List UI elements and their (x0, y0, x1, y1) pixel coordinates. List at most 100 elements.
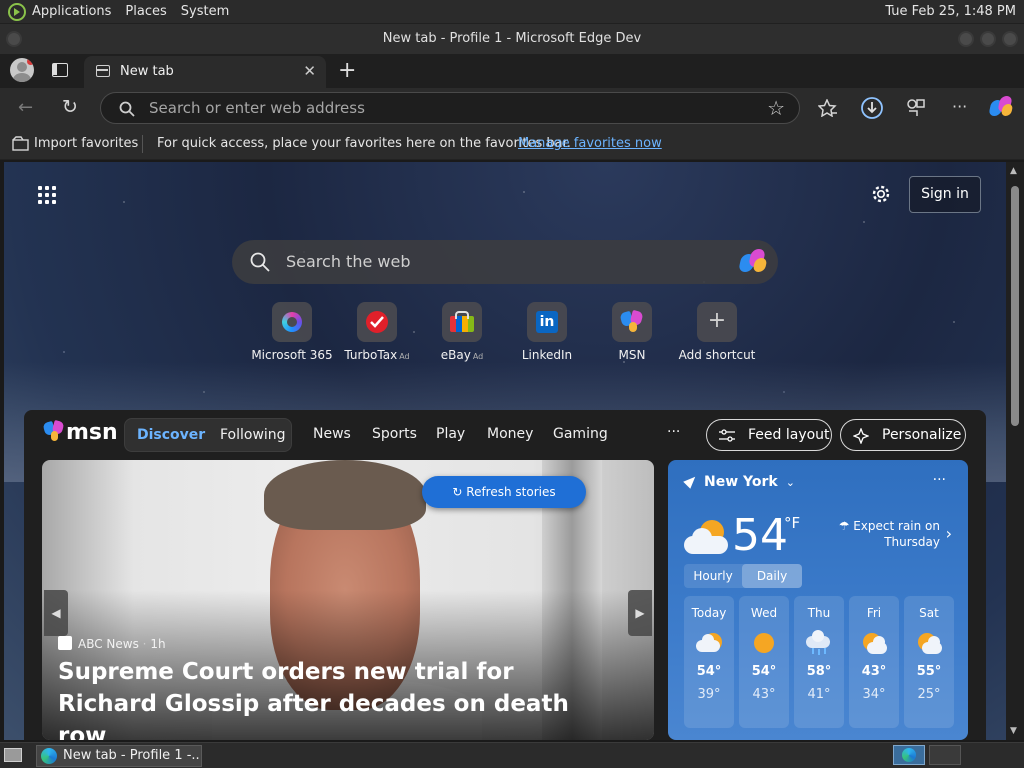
window-titlebar: New tab - Profile 1 - Microsoft Edge Dev (0, 24, 1024, 54)
nav-gaming[interactable]: Gaming (553, 426, 608, 442)
personalize-button[interactable]: Personalize (840, 419, 966, 451)
browser-toolbar: ← ↻ Search or enter web address ☆ ··· (0, 88, 1024, 128)
page-scrollbar[interactable]: ▲ ▼ (1006, 162, 1024, 740)
day-low: 39° (697, 687, 721, 702)
partly-sunny-icon (916, 632, 942, 654)
sliders-icon (719, 429, 735, 442)
taskbar: New tab - Profile 1 -... (0, 742, 1024, 768)
search-icon (250, 252, 270, 272)
notification-dot (27, 58, 34, 65)
add-favorite-star-icon[interactable]: ☆ (767, 96, 785, 120)
settings-and-more-button[interactable]: ··· (952, 97, 967, 116)
maximize-button[interactable] (980, 31, 996, 47)
taskbar-window-edge[interactable]: New tab - Profile 1 -... (36, 745, 202, 767)
menu-system[interactable]: System (181, 4, 229, 19)
sunny-icon (751, 632, 777, 654)
msn-feed: msn Discover Following News Sports Play … (24, 410, 986, 740)
refresh-button[interactable]: ↻ (62, 96, 78, 118)
tab-following[interactable]: Following (220, 427, 286, 443)
tab-new-tab[interactable]: New tab ✕ (84, 56, 326, 88)
day-name: Sat (919, 606, 939, 620)
location-arrow-icon (683, 473, 699, 489)
carousel-prev-button[interactable]: ◀ (44, 590, 68, 636)
shortcut-ebay[interactable]: eBay Ad (419, 302, 505, 362)
toggle-daily[interactable]: Daily (742, 564, 802, 588)
distro-logo-icon[interactable] (8, 2, 26, 21)
web-search-box[interactable]: Search the web (232, 240, 778, 284)
partly-sunny-icon (861, 632, 887, 654)
forecast-day[interactable]: Today 54° 39° (684, 596, 734, 728)
show-desktop-icon[interactable] (4, 748, 22, 762)
tab-strip: New tab ✕ + (0, 54, 1024, 88)
favorites-bar: Import favorites For quick access, place… (0, 128, 1024, 160)
tab-discover[interactable]: Discover (137, 427, 205, 443)
shortcut-linkedin[interactable]: in LinkedIn (504, 302, 590, 362)
manage-favorites-link[interactable]: Manage favorites now (518, 136, 662, 151)
nav-more-button[interactable]: ··· (667, 424, 680, 440)
copilot-icon[interactable] (988, 96, 1014, 118)
temperature-unit[interactable]: °F (784, 514, 800, 532)
carousel-next-button[interactable]: ▶ (628, 590, 652, 636)
search-icon (119, 101, 135, 117)
profile-avatar[interactable] (10, 58, 34, 82)
nav-sports[interactable]: Sports (372, 426, 417, 442)
new-tab-button[interactable]: + (338, 58, 356, 83)
close-window-button[interactable] (1002, 31, 1018, 47)
toggle-hourly[interactable]: Hourly (684, 564, 742, 588)
shortcut-microsoft-365[interactable]: Microsoft 365 (249, 302, 335, 362)
copilot-icon[interactable] (738, 249, 770, 275)
msn-logo[interactable]: msn (42, 419, 118, 445)
forecast-day[interactable]: Wed 54° 43° (739, 596, 789, 728)
msn-butterfly-icon (42, 419, 66, 441)
gear-icon[interactable] (871, 184, 891, 204)
shortcut-turbotax[interactable]: TurboTax Ad (334, 302, 420, 362)
forecast-day[interactable]: Fri 43° 34° (849, 596, 899, 728)
abc-news-logo-icon (58, 636, 72, 650)
app-launcher-icon[interactable] (38, 186, 56, 204)
weather-card[interactable]: New York ⌄ ··· 54 °F ☂ Expect rain on Thu… (668, 460, 968, 740)
minimize-button[interactable] (958, 31, 974, 47)
nav-play[interactable]: Play (436, 426, 465, 442)
back-button[interactable]: ← (18, 97, 33, 118)
tab-actions-icon[interactable] (52, 63, 68, 77)
nav-money[interactable]: Money (487, 426, 533, 442)
forecast-day[interactable]: Thu 58° 41° (794, 596, 844, 728)
day-high: 54° (696, 664, 722, 679)
forecast-note[interactable]: ☂ Expect rain on Thursday (818, 518, 940, 550)
scrollbar-thumb[interactable] (1011, 186, 1019, 426)
downloads-icon[interactable] (860, 96, 884, 120)
forecast-chevron-right-icon[interactable]: › (946, 524, 952, 543)
forecast-day[interactable]: Sat 55° 25° (904, 596, 954, 728)
refresh-stories-button[interactable]: ↻ Refresh stories (422, 476, 586, 508)
day-low: 41° (807, 687, 831, 702)
favbar-divider (142, 135, 143, 153)
scroll-down-arrow-icon[interactable]: ▼ (1010, 726, 1017, 736)
workspace-switcher[interactable] (893, 745, 925, 765)
window-menu-button[interactable] (6, 31, 22, 47)
partly-cloudy-icon (696, 632, 722, 654)
day-low: 43° (752, 687, 776, 702)
menu-places[interactable]: Places (125, 4, 166, 19)
weather-location[interactable]: New York ⌄ (683, 473, 795, 490)
story-headline[interactable]: Supreme Court orders new trial for Richa… (58, 656, 598, 740)
extensions-icon[interactable] (906, 98, 926, 118)
import-favorites-link[interactable]: Import favorites (34, 136, 138, 151)
shortcut-msn[interactable]: MSN (589, 302, 675, 362)
workspace-switcher-2[interactable] (929, 745, 961, 765)
weather-more-button[interactable]: ··· (933, 472, 946, 488)
add-shortcut-button[interactable]: + Add shortcut (674, 302, 760, 362)
tab-close-icon[interactable]: ✕ (303, 62, 316, 80)
feed-layout-button[interactable]: Feed layout (706, 419, 832, 451)
hero-story-card[interactable]: ↻ Refresh stories ◀ ▶ ABC News · 1h Supr… (42, 460, 654, 740)
import-favorites-icon[interactable] (12, 136, 30, 152)
sign-in-button[interactable]: Sign in (909, 176, 981, 213)
panel-clock[interactable]: Tue Feb 25, 1:48 PM (885, 4, 1016, 19)
address-bar-placeholder: Search or enter web address (149, 99, 365, 117)
nav-news[interactable]: News (313, 426, 351, 442)
scroll-up-arrow-icon[interactable]: ▲ (1010, 166, 1017, 176)
system-panel: Applications Places System Tue Feb 25, 1… (0, 0, 1024, 24)
favorites-icon[interactable] (818, 99, 838, 117)
menu-applications[interactable]: Applications (32, 4, 111, 19)
address-bar[interactable]: Search or enter web address ☆ (100, 92, 800, 124)
story-source[interactable]: ABC News · 1h (58, 636, 166, 651)
